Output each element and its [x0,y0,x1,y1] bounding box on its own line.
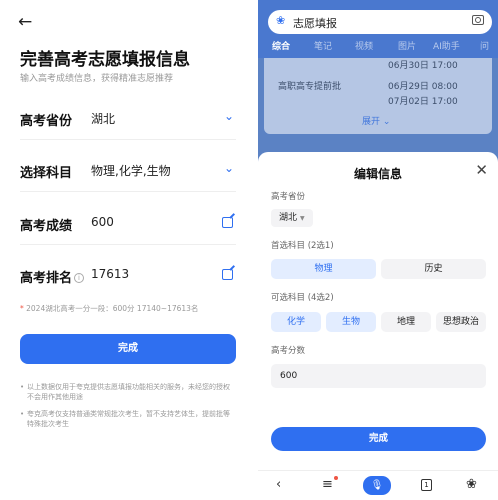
camera-icon[interactable] [472,15,484,25]
paw-icon[interactable]: ❀ [466,477,477,492]
date-text: 07月02日 17:00 [388,97,458,107]
bottom-nav: ‹ ≡ 🎙 1 ❀ [258,470,498,500]
score-row[interactable]: 高考成绩 600 [20,205,236,245]
option-chemistry[interactable]: 化学 [271,312,321,332]
page-subtitle: 输入高考成绩信息，获得精准志愿推荐 [20,74,174,84]
screen: ← 完善高考志愿填报信息 输入高考成绩信息，获得精准志愿推荐 高考省份 湖北 ⌄… [0,0,498,500]
first-subject-label: 首选科目 (2选1) [271,241,334,251]
province-label: 高考省份 [20,114,73,129]
search-header: ❀ 志愿填报 综合 笔记 视频 图片 AI助手 问 [258,0,498,58]
chevron-down-icon[interactable]: ⌄ [224,161,234,175]
date-text: 06月29日 08:00 [388,82,458,92]
expand-link[interactable]: 展开 ⌄ [362,114,390,127]
edit-info-sheet: 编辑信息 ✕ 高考省份 湖北 ▼ 首选科目 (2选1) 物理 历史 可选科目 (4… [258,152,498,470]
search-query[interactable]: 志愿填报 [293,15,337,31]
score-label: 高考成绩 [20,219,73,234]
province-label: 高考省份 [271,192,306,202]
tab-images[interactable]: 图片 [398,39,416,52]
option-physics[interactable]: 物理 [271,259,376,279]
tab-all[interactable]: 综合 [272,39,290,52]
paw-logo-icon: ❀ [276,14,286,27]
edit-icon[interactable] [222,217,233,228]
province-row[interactable]: 高考省份 湖北 ⌄ [20,100,236,140]
rank-row[interactable]: 高考排名 i 17613 [20,257,236,297]
info-form-page: ← 完善高考志愿填报信息 输入高考成绩信息，获得精准志愿推荐 高考省份 湖北 ⌄… [0,0,250,500]
notification-dot [334,476,338,480]
date-text: 06月30日 17:00 [388,61,458,71]
mic-icon[interactable]: 🎙 [363,476,391,495]
caret-down-icon: ▼ [300,215,305,222]
score-value: 600 [91,215,114,229]
search-tabs: 综合 笔记 视频 图片 AI助手 问 [258,39,498,55]
option-history[interactable]: 历史 [381,259,486,279]
result-card: 06月30日 17:00 高职高专提前批 06月29日 08:00 07月02日… [264,58,492,134]
score-input[interactable]: 600 [271,364,486,388]
batch-name: 高职高专提前批 [278,82,342,92]
rank-value: 17613 [91,267,130,281]
tab-notes[interactable]: 笔记 [314,39,332,52]
tab-ai-assistant[interactable]: AI助手 [433,39,460,52]
rank-label-text: 高考排名 [20,271,73,286]
subjects-row[interactable]: 选择科目 物理,化学,生物 ⌄ [20,152,236,192]
province-select[interactable]: 湖北 ▼ [271,209,313,227]
province-value: 湖北 [91,112,116,126]
rank-note: * 2024湖北高考一分一段：600分 17140~17613名 [20,303,198,314]
search-bar[interactable]: ❀ 志愿填报 [268,10,492,34]
done-button[interactable]: 完成 [271,427,486,451]
subjects-label: 选择科目 [20,166,73,181]
expand-label: 展开 [362,117,381,127]
info-icon[interactable]: i [74,273,85,283]
footnote: 以上数据仅用于夸克提供志愿填报功能相关的服务，未经您的授权不会用作其他用途 [20,382,236,402]
subjects-value: 物理,化学,生物 [91,164,171,178]
footnote: 夸克高考仅支持普通类常规批次考生，暂不支持艺体生，提前批等特殊批次考生 [20,409,236,429]
page-title: 完善高考志愿填报信息 [20,50,190,70]
option-politics[interactable]: 思想政治 [436,312,486,332]
second-subject-label: 可选科目 (4选2) [271,293,334,303]
close-icon[interactable]: ✕ [475,161,488,179]
edit-icon[interactable] [222,269,233,280]
province-value: 湖北 [279,213,298,223]
tabs-count-icon[interactable]: 1 [421,479,432,491]
back-arrow-icon[interactable]: ← [18,12,32,32]
back-icon[interactable]: ‹ [276,477,281,492]
search-app-panel: ❀ 志愿填报 综合 笔记 视频 图片 AI助手 问 06月30日 17:00 高… [258,0,498,500]
rank-note-text: 2024湖北高考一分一段：600分 17140~17613名 [26,304,199,313]
sheet-title: 编辑信息 [353,167,402,181]
chevron-down-icon[interactable]: ⌄ [224,109,234,123]
option-biology[interactable]: 生物 [326,312,376,332]
option-geography[interactable]: 地理 [381,312,431,332]
score-label: 高考分数 [271,346,306,356]
rank-label: 高考排名 i [20,267,85,286]
tab-video[interactable]: 视频 [355,39,373,52]
done-button[interactable]: 完成 [20,334,236,364]
menu-icon[interactable]: ≡ [322,477,333,492]
tab-ask[interactable]: 问 [480,39,489,52]
